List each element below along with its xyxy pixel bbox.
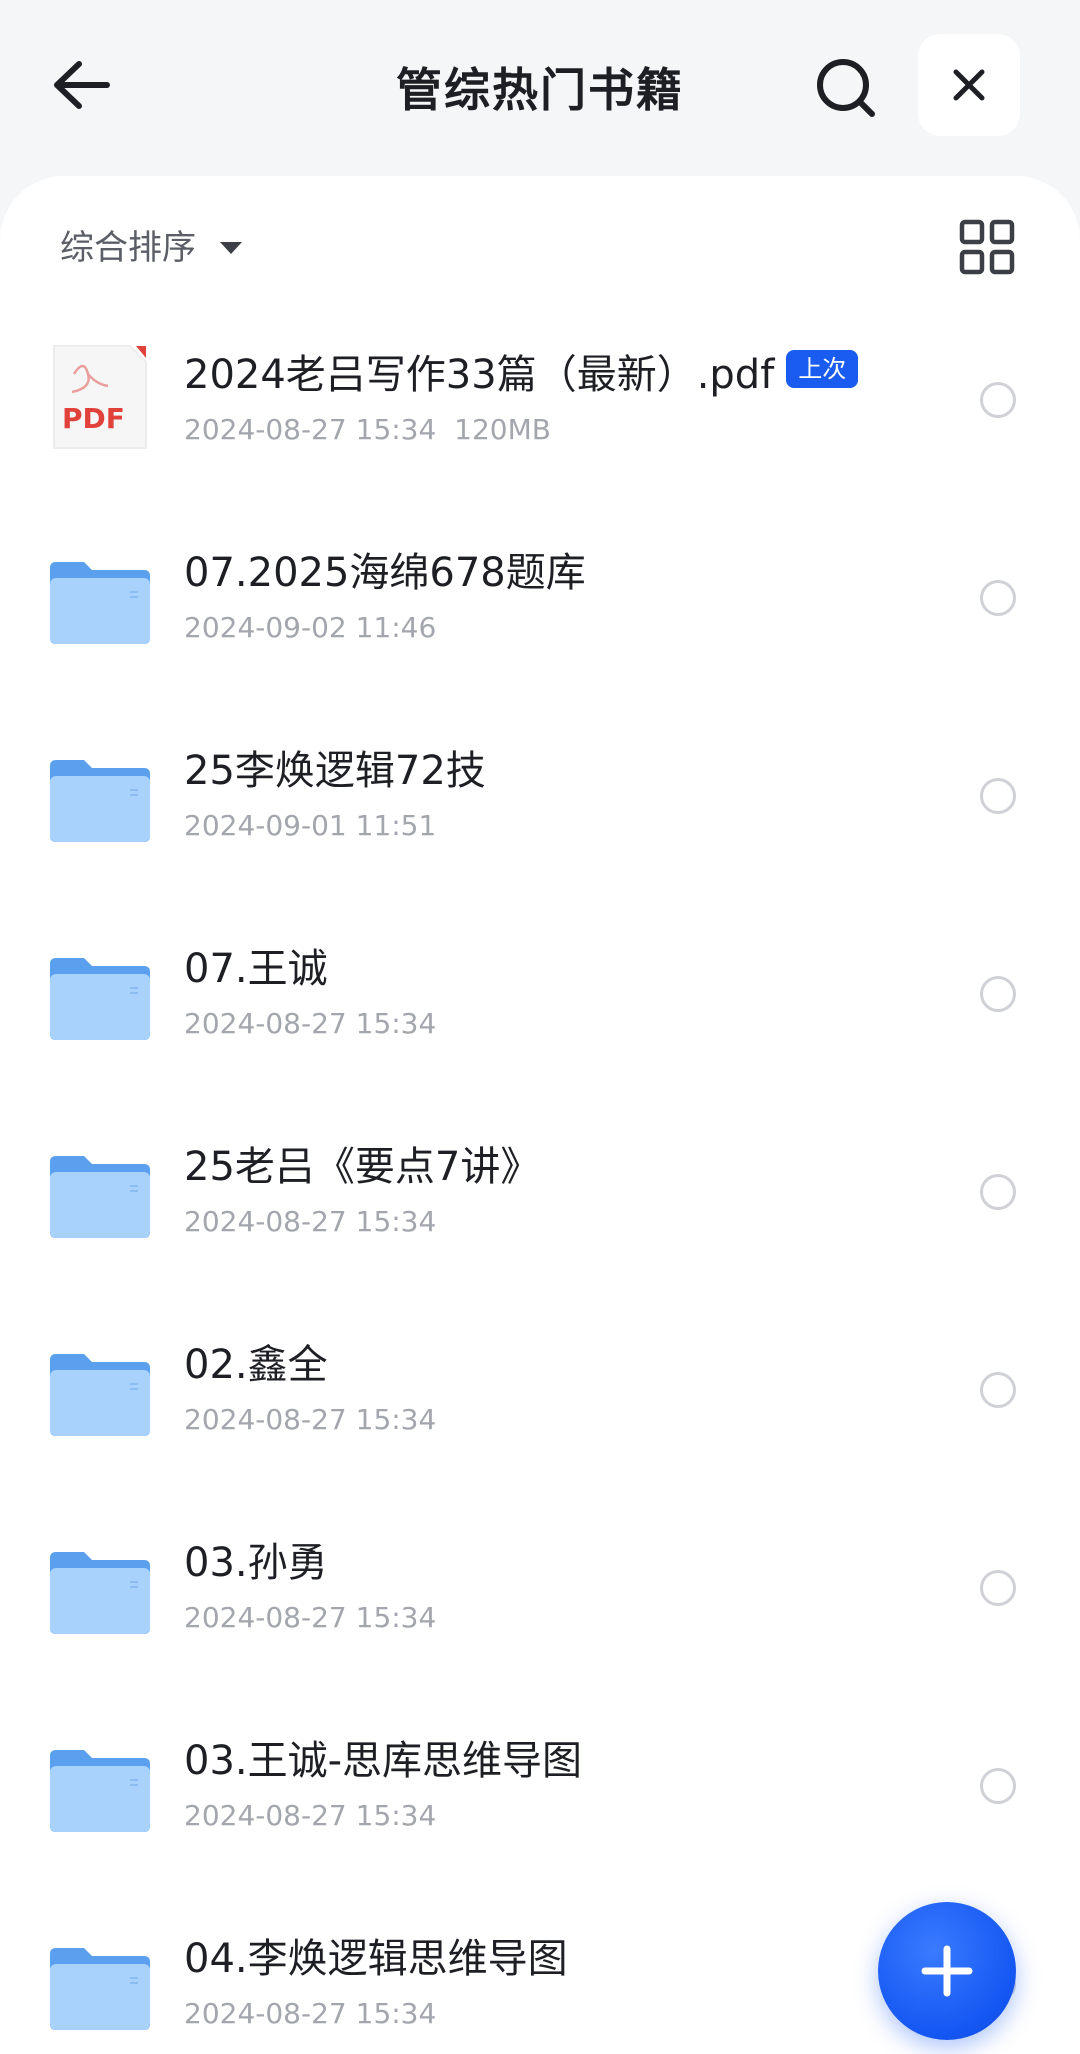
search-button[interactable] xyxy=(806,48,886,128)
caret-down-icon xyxy=(220,242,242,254)
file-date: 2024-08-27 15:34 xyxy=(184,1799,437,1832)
file-date: 2024-08-27 15:34 xyxy=(184,1403,437,1436)
file-list-card: 综合排序 PDF 2024老吕写作33篇（最新）.pdf 上次 2024-08-… xyxy=(0,176,1080,2054)
file-meta: 2024-08-27 15:34 120MB xyxy=(184,408,551,452)
list-item[interactable]: 07.2025海绵678题库 2024-09-02 11:46 xyxy=(0,514,1080,712)
list-item[interactable]: 03.孙勇 2024-08-27 15:34 xyxy=(0,1504,1080,1702)
pdf-file-icon: PDF xyxy=(48,344,152,452)
svg-text:PDF: PDF xyxy=(62,402,125,435)
list-item[interactable]: 07.王诚 2024-08-27 15:34 xyxy=(0,910,1080,1108)
grid-view-icon xyxy=(959,219,1015,275)
file-name: 25老吕《要点7讲》 xyxy=(184,1144,541,1190)
file-name: 07.2025海绵678题库 xyxy=(184,550,586,596)
select-radio[interactable] xyxy=(980,1174,1016,1210)
select-radio[interactable] xyxy=(980,976,1016,1012)
list-item[interactable]: 25老吕《要点7讲》 2024-08-27 15:34 xyxy=(0,1108,1080,1306)
folder-icon xyxy=(48,1730,152,1838)
select-radio[interactable] xyxy=(980,1372,1016,1408)
folder-icon xyxy=(48,1532,152,1640)
folder-icon xyxy=(48,938,152,1046)
select-radio[interactable] xyxy=(980,1570,1016,1606)
file-date: 2024-08-27 15:34 xyxy=(184,1205,437,1238)
file-date: 2024-08-27 15:34 xyxy=(184,1601,437,1634)
search-icon xyxy=(817,59,875,117)
file-list: PDF 2024老吕写作33篇（最新）.pdf 上次 2024-08-27 15… xyxy=(0,316,1080,2054)
list-item[interactable]: PDF 2024老吕写作33篇（最新）.pdf 上次 2024-08-27 15… xyxy=(0,316,1080,514)
file-name: 02.鑫全 xyxy=(184,1342,328,1388)
app-bar: 管综热门书籍 xyxy=(0,0,1080,176)
list-item[interactable]: 02.鑫全 2024-08-27 15:34 xyxy=(0,1306,1080,1504)
folder-icon xyxy=(48,1136,152,1244)
file-name: 25李焕逻辑72技 xyxy=(184,748,486,794)
select-radio[interactable] xyxy=(980,580,1016,616)
file-name: 03.王诚-思库思维导图 xyxy=(184,1738,583,1784)
list-item[interactable]: 03.王诚-思库思维导图 2024-08-27 15:34 xyxy=(0,1702,1080,1900)
sort-label: 综合排序 xyxy=(60,228,196,268)
folder-icon xyxy=(48,1928,152,2036)
select-radio[interactable] xyxy=(980,1768,1016,1804)
folder-icon xyxy=(48,1334,152,1442)
file-name: 03.孙勇 xyxy=(184,1540,328,1586)
grid-view-button[interactable] xyxy=(958,218,1016,276)
arrow-left-icon xyxy=(54,61,110,109)
page-title: 管综热门书籍 xyxy=(396,63,684,117)
file-date: 2024-08-27 15:34 xyxy=(184,1007,437,1040)
file-name: 07.王诚 xyxy=(184,946,328,992)
last-opened-badge: 上次 xyxy=(786,350,859,388)
add-button[interactable] xyxy=(878,1902,1016,2040)
file-date: 2024-09-02 11:46 xyxy=(184,611,437,644)
list-item[interactable]: 25李焕逻辑72技 2024-09-01 11:51 xyxy=(0,712,1080,910)
folder-icon xyxy=(48,740,152,848)
close-button[interactable] xyxy=(918,34,1020,136)
file-date: 2024-09-01 11:51 xyxy=(184,809,437,842)
plus-icon xyxy=(921,1945,973,1997)
file-date: 2024-08-27 15:34 xyxy=(184,1997,437,2030)
select-radio[interactable] xyxy=(980,778,1016,814)
select-radio[interactable] xyxy=(980,382,1016,418)
file-size: 120MB xyxy=(454,413,551,446)
file-name: 2024老吕写作33篇（最新）.pdf xyxy=(184,352,775,398)
sort-dropdown[interactable]: 综合排序 xyxy=(60,218,242,278)
close-icon xyxy=(953,69,985,101)
folder-icon xyxy=(48,542,152,650)
file-date: 2024-08-27 15:34 xyxy=(184,413,437,446)
back-button[interactable] xyxy=(40,44,122,126)
file-name: 04.李焕逻辑思维导图 xyxy=(184,1936,568,1982)
